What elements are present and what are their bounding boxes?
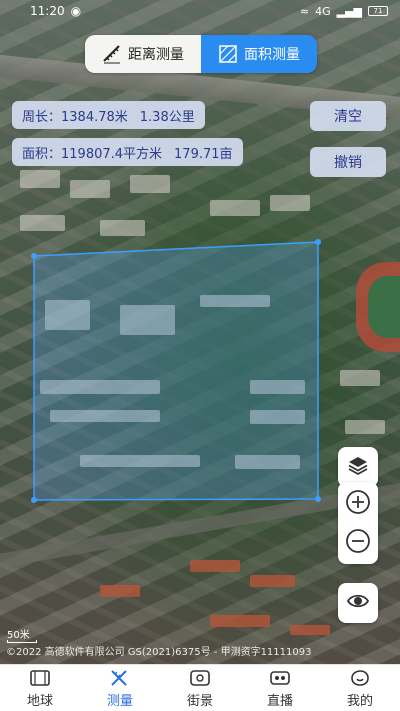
ruler-icon (102, 44, 122, 64)
measure-mode-toggle: 距离测量 面积测量 (85, 35, 317, 73)
area-hatch-icon (218, 44, 238, 64)
layers-button[interactable] (338, 447, 378, 487)
battery-icon: 71 (368, 6, 388, 16)
status-time: 11:20 (30, 4, 65, 18)
area-measure-button[interactable]: 面积测量 (201, 35, 317, 73)
nav-label-streetview: 街景 (186, 693, 213, 709)
plus-circle-icon (345, 489, 371, 519)
measured-area-polygon[interactable] (0, 0, 400, 664)
wifi-icon: ≈ (299, 4, 310, 18)
area-measure-label: 面积测量 (244, 47, 300, 63)
bottom-nav: 地球 测量 街景 直播 我的 (0, 664, 400, 711)
status-right: ≈ 4G ▂▄▆ 71 (300, 5, 388, 18)
distance-measure-label: 距离测量 (128, 47, 184, 63)
nav-item-streetview[interactable]: 街景 (160, 665, 240, 711)
polygon-vertex[interactable] (315, 239, 321, 245)
area-polygon-shape (33, 241, 319, 501)
area-square-meters: 面积：119807.4平方米 (22, 146, 163, 162)
nav-item-profile[interactable]: 我的 (320, 665, 400, 711)
nav-label-live: 直播 (266, 693, 293, 709)
locate-button[interactable] (338, 583, 378, 623)
layers-icon (347, 454, 369, 480)
live-icon (269, 668, 291, 688)
distance-measure-button[interactable]: 距离测量 (85, 35, 201, 73)
nav-item-earth[interactable]: 地球 (0, 665, 80, 711)
nav-label-profile: 我的 (346, 693, 373, 709)
measure-icon (109, 668, 131, 688)
area-mu: 179.71亩 (174, 146, 233, 162)
polygon-vertex[interactable] (31, 497, 37, 503)
undo-button[interactable]: 撤销 (310, 147, 386, 177)
zoom-in-button[interactable] (338, 484, 378, 524)
streetview-icon (189, 668, 211, 688)
signal-icon: ▂▄▆ (336, 4, 362, 18)
zoom-controls (338, 482, 378, 564)
polygon-vertex[interactable] (31, 253, 37, 259)
earth-icon (29, 668, 51, 688)
perimeter-readout: 周长：1384.78米 1.38公里 (12, 101, 205, 129)
nav-label-earth: 地球 (26, 693, 53, 709)
map-copyright: ©2022 高德软件有限公司 GS(2021)6375号 - 甲测资字11111… (6, 647, 312, 658)
perimeter-meters: 周长：1384.78米 (22, 109, 128, 125)
status-left: 11:20 ◉ (30, 4, 81, 18)
nav-item-live[interactable]: 直播 (240, 665, 320, 711)
profile-icon (349, 668, 371, 688)
status-bar: 11:20 ◉ ≈ 4G ▂▄▆ 71 (0, 0, 400, 22)
nav-label-measure: 测量 (106, 693, 133, 709)
eye-locate-icon (346, 589, 370, 617)
network-type: 4G (315, 4, 331, 18)
nav-item-measure[interactable]: 测量 (80, 665, 160, 711)
clear-button[interactable]: 清空 (310, 101, 386, 131)
zoom-out-button[interactable] (338, 523, 378, 563)
area-readout: 面积：119807.4平方米 179.71亩 (12, 138, 243, 166)
map-scale-label: 50米 (7, 630, 30, 641)
minus-circle-icon (345, 528, 371, 558)
polygon-vertex[interactable] (315, 496, 321, 502)
location-icon: ◉ (70, 4, 82, 18)
perimeter-km: 1.38公里 (139, 109, 195, 125)
